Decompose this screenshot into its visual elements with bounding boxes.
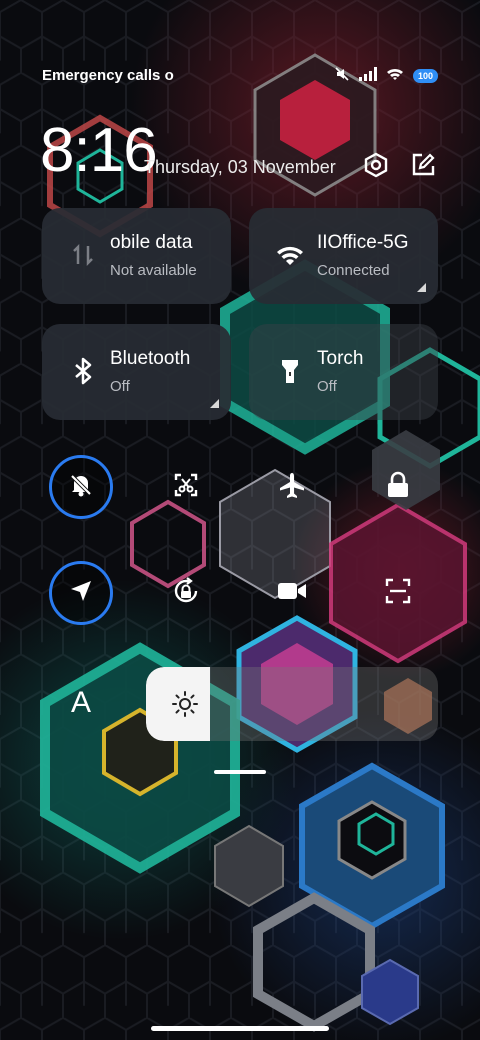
screenshot-icon: [173, 472, 199, 503]
bluetooth-icon: [68, 356, 98, 386]
tile-bluetooth[interactable]: Bluetooth Off: [42, 324, 231, 420]
battery-icon: 100: [413, 69, 438, 83]
toggle-location[interactable]: [49, 561, 113, 625]
toggle-screen-recorder[interactable]: [260, 561, 324, 625]
toggle-silent[interactable]: [49, 455, 113, 519]
home-indicator[interactable]: [151, 1026, 329, 1031]
mobile-data-icon: [68, 240, 98, 270]
tile-mobile-data-label: obile data: [110, 232, 193, 253]
status-icons: 100: [334, 66, 438, 86]
rotation-lock-icon: [172, 576, 200, 610]
clock: 8:16: [40, 116, 158, 185]
toggle-rotation-lock[interactable]: [154, 561, 218, 625]
mute-icon: [334, 66, 350, 87]
location-icon: [69, 579, 93, 608]
tile-wifi-status: Connected: [317, 262, 390, 279]
tile-torch[interactable]: Torch Off: [249, 324, 438, 420]
screen-record-icon: [277, 580, 307, 607]
tile-mobile-data-status: Not available: [110, 262, 197, 279]
tile-bluetooth-label: Bluetooth: [110, 348, 191, 369]
lock-icon: [386, 471, 410, 504]
scanner-icon: [384, 577, 412, 610]
wifi-icon: [386, 67, 404, 86]
date: Thursday, 03 November: [144, 157, 336, 177]
wifi-icon: [275, 240, 305, 270]
tile-torch-label: Torch: [317, 348, 364, 369]
brightness-slider[interactable]: [146, 667, 438, 741]
toggle-scanner[interactable]: [366, 561, 430, 625]
drawer-handle[interactable]: [214, 770, 266, 774]
tile-wifi[interactable]: IIOffice-5G Connected: [249, 208, 438, 304]
settings-icon[interactable]: [361, 150, 391, 180]
sun-icon: [170, 689, 200, 719]
silent-icon: [68, 472, 94, 503]
emergency-calls-text: Emergency calls o: [42, 67, 174, 84]
tile-mobile-data[interactable]: obile data Not available: [42, 208, 231, 304]
tile-torch-status: Off: [317, 378, 337, 395]
toggle-airplane[interactable]: [260, 455, 324, 519]
toggle-lock-screen[interactable]: [366, 455, 430, 519]
tile-bluetooth-status: Off: [110, 378, 130, 395]
torch-icon: [275, 356, 305, 386]
airplane-icon: [278, 471, 306, 504]
expand-corner-icon: [210, 399, 219, 408]
auto-brightness-button[interactable]: A: [66, 686, 96, 720]
signal-icon: [359, 66, 377, 86]
toggle-screenshot[interactable]: [154, 455, 218, 519]
tile-wifi-label: IIOffice-5G: [317, 232, 409, 253]
expand-corner-icon: [417, 283, 426, 292]
edit-icon[interactable]: [408, 150, 438, 180]
